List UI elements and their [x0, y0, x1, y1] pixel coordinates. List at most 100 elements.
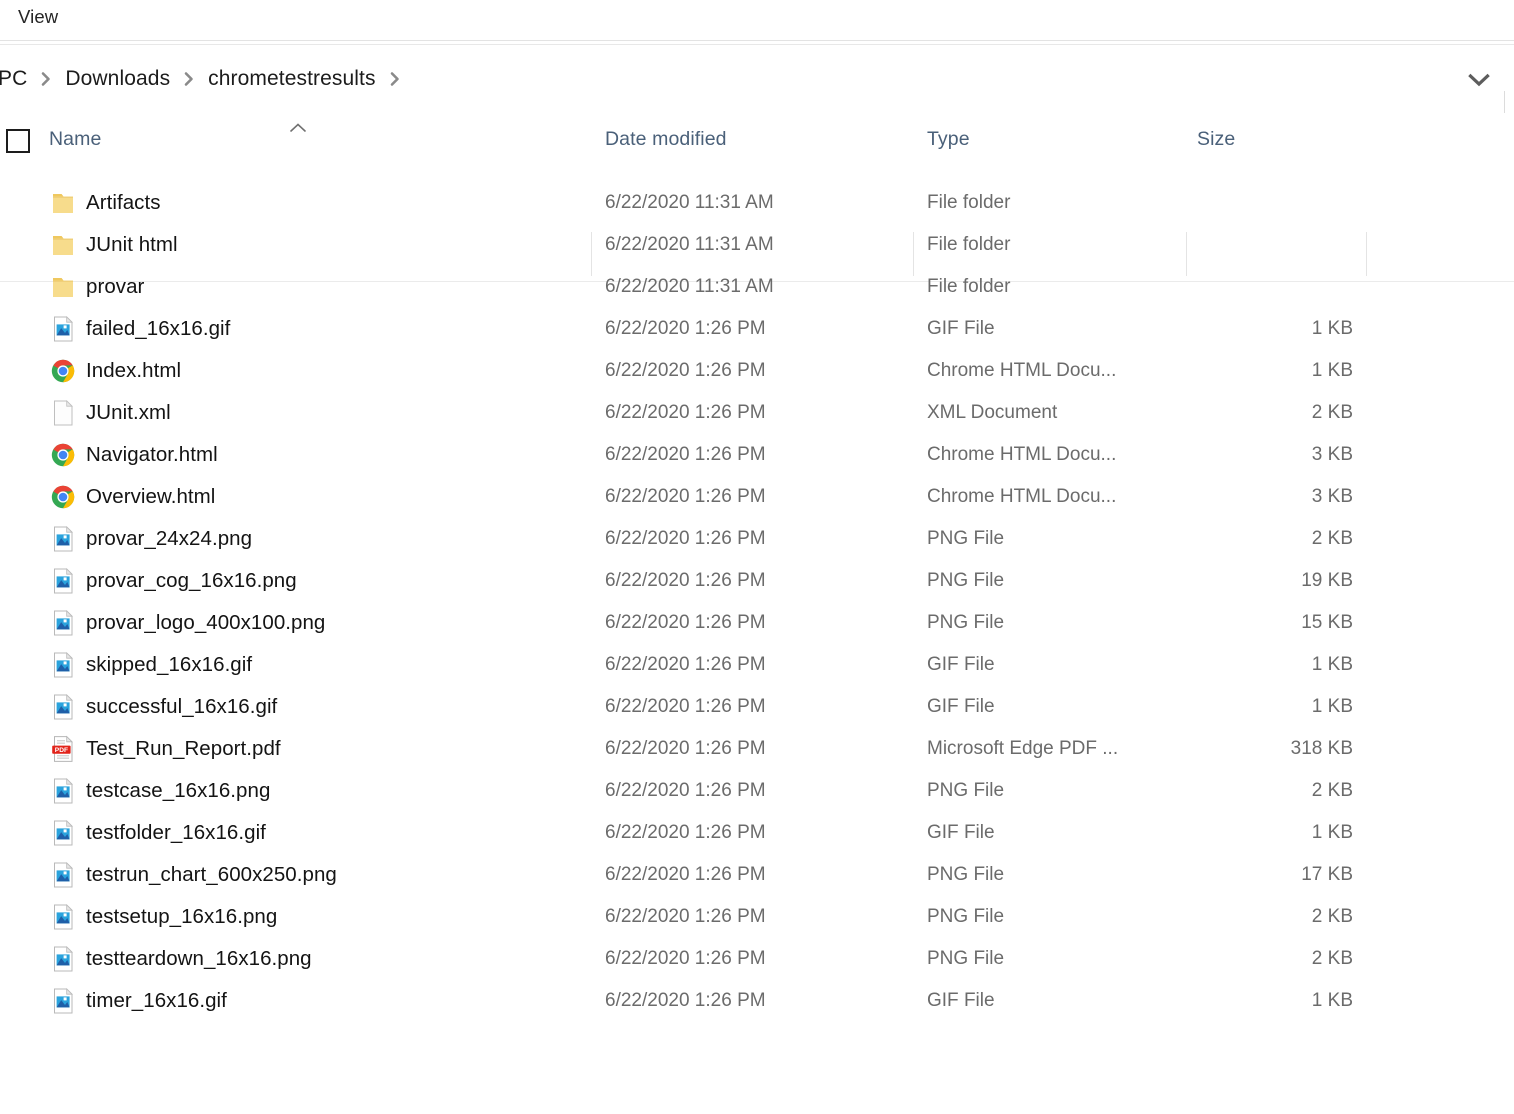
column-header-date-modified[interactable]: Date modified — [605, 128, 727, 151]
file-list-row[interactable]: testteardown_16x16.png 6/22/2020 1:26 PM P… — [0, 938, 1514, 980]
file-list-row[interactable]: testfolder_16x16.gif 6/22/2020 1:26 PM GIF… — [0, 812, 1514, 854]
file-list-row[interactable]: failed_16x16.gif 6/22/2020 1:26 PM GIF Fil… — [0, 308, 1514, 350]
image-file-icon — [48, 523, 78, 555]
file-name[interactable]: Index.html — [86, 350, 181, 392]
file-date-modified: 6/22/2020 1:26 PM — [605, 906, 766, 927]
file-list-row[interactable]: JUnit.xml 6/22/2020 1:26 PM XML Document 2 … — [0, 392, 1514, 434]
file-name[interactable]: provar_cog_16x16.png — [86, 560, 297, 602]
file-size: 3 KB — [1311, 486, 1353, 507]
file-list-row[interactable]: testrun_chart_600x250.png 6/22/2020 1:26 … — [0, 854, 1514, 896]
file-date-modified: 6/22/2020 1:26 PM — [605, 654, 766, 675]
file-type: GIF File — [927, 318, 995, 339]
chevron-down-icon — [1468, 73, 1490, 87]
file-type: File folder — [927, 192, 1011, 213]
ribbon-divider — [0, 40, 1514, 41]
image-file-icon — [48, 859, 78, 891]
file-name[interactable]: Artifacts — [86, 182, 161, 224]
file-list-row[interactable]: timer_16x16.gif 6/22/2020 1:26 PM GIF File… — [0, 980, 1514, 1022]
file-size: 2 KB — [1311, 402, 1353, 423]
file-name[interactable]: successful_16x16.gif — [86, 686, 277, 728]
file-list-row[interactable]: Index.html 6/22/2020 1:26 PM Chrome HTML D… — [0, 350, 1514, 392]
file-list-row[interactable]: testcase_16x16.png 6/22/2020 1:26 PM PNG F… — [0, 770, 1514, 812]
file-size: 1 KB — [1311, 654, 1353, 675]
blank-document-icon — [48, 397, 78, 429]
file-list-row[interactable]: JUnit html 6/22/2020 11:31 AM File folder — [0, 224, 1514, 266]
file-size — [1181, 224, 1353, 266]
file-list-row[interactable]: successful_16x16.gif 6/22/2020 1:26 PM GIF… — [0, 686, 1514, 728]
address-dropdown-button[interactable] — [1462, 67, 1496, 93]
file-size: 2 KB — [1311, 780, 1353, 801]
file-list-row[interactable]: testsetup_16x16.png 6/22/2020 1:26 PM PNG … — [0, 896, 1514, 938]
file-list-row[interactable]: Overview.html 6/22/2020 1:26 PM Chrome HTM… — [0, 476, 1514, 518]
file-name[interactable]: Test_Run_Report.pdf — [86, 728, 281, 770]
select-all-checkbox[interactable] — [6, 129, 30, 153]
file-type: File folder — [927, 276, 1011, 297]
pdf-file-icon: PDF — [48, 733, 78, 765]
file-name[interactable]: Navigator.html — [86, 434, 218, 476]
file-size: 318 KB — [1290, 738, 1353, 759]
file-type: Chrome HTML Docu... — [927, 360, 1117, 381]
file-list-row[interactable]: PDF Test_Run_Report.pdf 6/22/2020 1:26 PM… — [0, 728, 1514, 770]
file-size: 2 KB — [1311, 948, 1353, 969]
file-type: PNG File — [927, 864, 1005, 885]
file-list-row[interactable]: skipped_16x16.gif 6/22/2020 1:26 PM GIF Fi… — [0, 644, 1514, 686]
file-date-modified: 6/22/2020 1:26 PM — [605, 780, 766, 801]
folder-icon — [48, 187, 78, 219]
breadcrumb-item-downloads[interactable]: Downloads — [59, 67, 176, 91]
file-size — [1181, 182, 1353, 224]
file-size: 1 KB — [1311, 318, 1353, 339]
file-name[interactable]: provar_24x24.png — [86, 518, 252, 560]
svg-text:PDF: PDF — [55, 747, 68, 754]
file-date-modified: 6/22/2020 1:26 PM — [605, 570, 766, 591]
image-file-icon — [48, 817, 78, 849]
file-date-modified: 6/22/2020 1:26 PM — [605, 864, 766, 885]
file-name[interactable]: testteardown_16x16.png — [86, 938, 312, 980]
file-size: 1 KB — [1311, 696, 1353, 717]
file-date-modified: 6/22/2020 11:31 AM — [605, 234, 774, 255]
file-name[interactable]: timer_16x16.gif — [86, 980, 227, 1022]
file-size: 1 KB — [1311, 360, 1353, 381]
file-name[interactable]: Overview.html — [86, 476, 215, 518]
column-header-size[interactable]: Size — [1197, 128, 1235, 151]
breadcrumb-separator-icon[interactable] — [33, 66, 59, 92]
file-size: 2 KB — [1311, 528, 1353, 549]
file-list-row[interactable]: provar_24x24.png 6/22/2020 1:26 PM PNG Fil… — [0, 518, 1514, 560]
folder-icon — [48, 271, 78, 303]
image-file-icon — [48, 649, 78, 681]
file-type: PNG File — [927, 780, 1005, 801]
column-header-name[interactable]: Name — [49, 128, 101, 151]
file-name[interactable]: provar — [86, 266, 144, 308]
breadcrumb-item-chrometestresults[interactable]: chrometestresults — [202, 67, 381, 91]
file-list-row[interactable]: provar_cog_16x16.png 6/22/2020 1:26 PM PNG… — [0, 560, 1514, 602]
file-list-row[interactable]: Artifacts 6/22/2020 11:31 AM File folder — [0, 182, 1514, 224]
address-bar[interactable]: PC Downloads chrometestresults — [0, 45, 1514, 158]
tab-view[interactable]: View — [18, 6, 58, 28]
file-list-row[interactable]: provar_logo_400x100.png 6/22/2020 1:26 PM… — [0, 602, 1514, 644]
file-date-modified: 6/22/2020 1:26 PM — [605, 318, 766, 339]
breadcrumb-separator-icon[interactable] — [382, 66, 408, 92]
file-size: 2 KB — [1311, 906, 1353, 927]
file-name[interactable]: JUnit.xml — [86, 392, 171, 434]
file-size: 1 KB — [1311, 990, 1353, 1011]
breadcrumb: PC Downloads chrometestresults — [0, 61, 408, 97]
file-date-modified: 6/22/2020 1:26 PM — [605, 696, 766, 717]
file-name[interactable]: testcase_16x16.png — [86, 770, 270, 812]
file-size: 19 KB — [1301, 570, 1353, 591]
file-name[interactable]: testsetup_16x16.png — [86, 896, 277, 938]
column-header-type[interactable]: Type — [927, 128, 970, 151]
ribbon-bar: View — [0, 0, 1514, 45]
file-type: Chrome HTML Docu... — [927, 486, 1117, 507]
file-name[interactable]: testfolder_16x16.gif — [86, 812, 266, 854]
image-file-icon — [48, 943, 78, 975]
breadcrumb-separator-icon[interactable] — [176, 66, 202, 92]
file-name[interactable]: testrun_chart_600x250.png — [86, 854, 337, 896]
breadcrumb-item-pc[interactable]: PC — [0, 67, 33, 91]
file-list-row[interactable]: provar 6/22/2020 11:31 AM File folder — [0, 266, 1514, 308]
file-name[interactable]: provar_logo_400x100.png — [86, 602, 325, 644]
file-list-row[interactable]: Navigator.html 6/22/2020 1:26 PM Chrome HT… — [0, 434, 1514, 476]
file-type: GIF File — [927, 822, 995, 843]
file-date-modified: 6/22/2020 1:26 PM — [605, 402, 766, 423]
file-name[interactable]: failed_16x16.gif — [86, 308, 230, 350]
file-name[interactable]: JUnit html — [86, 224, 178, 266]
file-name[interactable]: skipped_16x16.gif — [86, 644, 252, 686]
